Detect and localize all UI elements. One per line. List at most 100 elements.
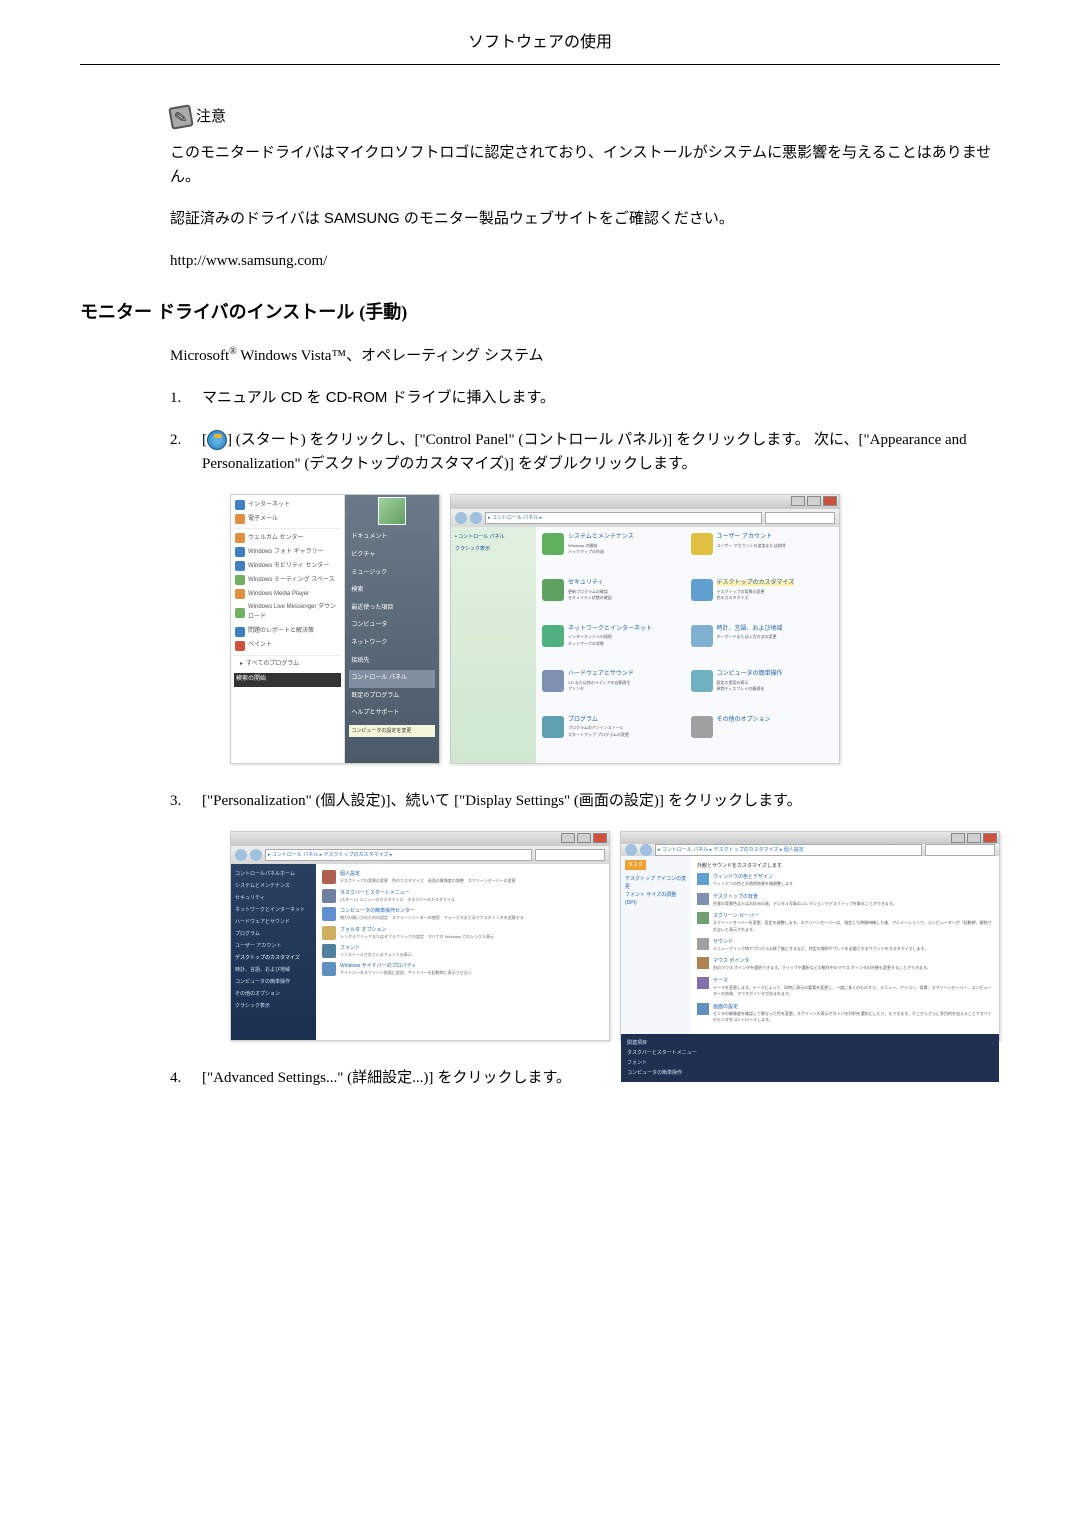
display-item: サウンドメニュークリック時やプログラム終了後にするなど、特定の場所やプレイを必要… — [697, 938, 993, 952]
back-icon — [625, 844, 637, 856]
ie-icon — [235, 500, 245, 510]
step-3-text: ["Personalization" (個人設定)]、続いて ["Display… — [202, 789, 1000, 813]
notice-text-2: 認証済みのドライバは SAMSUNG のモニター製品ウェブサイトをご確認ください… — [170, 207, 1000, 231]
category-icon — [691, 716, 713, 738]
pencil-icon — [168, 104, 193, 129]
start-orb-icon — [207, 430, 227, 450]
sidebar-item: プログラム — [235, 928, 312, 940]
display-item: テーマテーマを変更します。テーマによって、同時に表示の要素を変更し、一度に多くの… — [697, 977, 993, 998]
step-1-num: 1. — [170, 386, 202, 410]
step-4: 4. ["Advanced Settings..." (詳細設定...)] をク… — [170, 1066, 1000, 1090]
heading-text: モニター ドライバのインストール — [80, 302, 359, 322]
display-item: スクリーン セーバースクリーンセーバーを変更、設定を調整します。スクリーンセーバ… — [697, 912, 993, 933]
notice-block: 注意 このモニタードライバはマイクロソフトロゴに認定されており、インストールがシ… — [170, 105, 1000, 273]
display-item: マウス ポインタ別のマウス ポインタを選択できます。クリックや選択などの動作中の… — [697, 957, 993, 971]
minimize-icon — [791, 496, 805, 506]
photo-icon — [235, 547, 245, 557]
item-icon — [322, 889, 336, 903]
notice-text-1: このモニタードライバはマイクロソフトロゴに認定されており、インストールがシステム… — [170, 141, 1000, 189]
cp-category: 時計、言語、および地域キーボードまたは入力方法の変更 — [691, 625, 834, 667]
messenger-icon — [235, 608, 245, 618]
personalization-item: タスクバーとスタートメニュー[スタート] メニューのカスタマイズ タスクバーのカ… — [322, 889, 603, 903]
step-1: 1. マニュアル CD を CD-ROM ドライブに挿入します。 — [170, 386, 1000, 410]
item-icon — [322, 962, 336, 976]
item-icon — [697, 957, 709, 969]
sidebar-item: コントロールパネルホーム — [235, 868, 312, 880]
paint-icon — [235, 641, 245, 651]
cp-category: システムとメンテナンスWindows の開始バックアップの作成 — [542, 533, 685, 575]
minimize-icon — [561, 833, 575, 843]
cp-category: セキュリティ更新プログラムの確認セキュリティ状態の確認 — [542, 579, 685, 621]
close-icon — [823, 496, 837, 506]
breadcrumb: ▸ コントロール パネル ▸ デスクトップのカスタマイズ ▸ 個人設定 — [655, 844, 922, 856]
item-icon — [697, 893, 709, 905]
item-icon — [322, 907, 336, 921]
section-heading: モニター ドライバのインストール (手動) — [80, 298, 1000, 327]
maximize-icon — [577, 833, 591, 843]
sidebar-item: クラシック表示 — [235, 1000, 312, 1012]
heading-paren: (手動) — [359, 302, 407, 322]
wmp-icon — [235, 589, 245, 599]
category-icon — [691, 533, 713, 555]
cp-category: ハードウェアとサウンドCD または他のメディアの自動再生プリンタ — [542, 670, 685, 712]
sidebar-item: コンピュータの簡単操作 — [235, 976, 312, 988]
close-icon — [593, 833, 607, 843]
control-panel-screenshot: ▸ コントロール パネル ▸ • コントロール パネル クラシック表示 システム… — [450, 494, 840, 764]
step-2-text: [] (スタート) をクリックし、["Control Panel" (コントロー… — [202, 428, 1000, 476]
sidebar-item: ネットワークとインターネット — [235, 904, 312, 916]
screenshots-row-1: インターネット 電子メール ウェルカム センター Windows フォト ギャラ… — [230, 494, 1000, 764]
category-icon — [542, 579, 564, 601]
sidebar-item: ハードウェアとサウンド — [235, 916, 312, 928]
cp-category: デスクトップのカスタマイズデスクトップの背景の変更色のカスタマイズ — [691, 579, 834, 621]
item-icon — [697, 873, 709, 885]
search-input — [535, 849, 605, 861]
display-item: デスクトップの背景任意の背景色またはお好みの画、デジタル写真のコレクションでデス… — [697, 893, 993, 907]
category-icon — [542, 670, 564, 692]
footer-link: 関連項目 — [625, 1038, 995, 1048]
notice-label: 注意 — [196, 105, 226, 129]
step-1-text: マニュアル CD を CD-ROM ドライブに挿入します。 — [202, 386, 1000, 410]
category-icon — [542, 625, 564, 647]
maximize-icon — [967, 833, 981, 843]
start-menu-screenshot: インターネット 電子メール ウェルカム センター Windows フォト ギャラ… — [230, 494, 440, 764]
category-icon — [542, 716, 564, 738]
forward-icon — [470, 512, 482, 524]
step-2: 2. [] (スタート) をクリックし、["Control Panel" (コン… — [170, 428, 1000, 476]
cp-category: コンピュータの簡単操作設定の提案の表示視覚ディスプレイの最適化 — [691, 670, 834, 712]
personalization-item: コンピュータの簡単操作センター視力の弱い方のための設定 スクリーンリーダーの使用… — [322, 907, 603, 921]
user-avatar-icon — [378, 497, 406, 525]
cp-category: ネットワークとインターネットインターネットへの接続ネットワークの状態 — [542, 625, 685, 667]
item-icon — [697, 977, 709, 989]
back-icon — [235, 849, 247, 861]
forward-icon — [250, 849, 262, 861]
mobility-icon — [235, 561, 245, 571]
search-input — [925, 844, 995, 856]
screenshots-row-2: ▸ コントロール パネル ▸ デスクトップのカスタマイズ ▸ コントロールパネル… — [230, 831, 1000, 1041]
control-panel-highlight: コントロール パネル — [349, 670, 435, 688]
meeting-icon — [235, 575, 245, 585]
breadcrumb: ▸ コントロール パネル ▸ デスクトップのカスタマイズ ▸ — [265, 849, 532, 861]
cp-category: プログラムプログラムのアンインストールスタートアップ プログラムの変更 — [542, 716, 685, 758]
category-icon — [691, 670, 713, 692]
step-3-num: 3. — [170, 789, 202, 813]
category-icon — [691, 625, 713, 647]
appearance-screenshot: ▸ コントロール パネル ▸ デスクトップのカスタマイズ ▸ コントロールパネル… — [230, 831, 610, 1041]
maximize-icon — [807, 496, 821, 506]
cp-category: その他のオプション — [691, 716, 834, 758]
item-icon — [322, 926, 336, 940]
sidebar-item: 時計、言語、および地域 — [235, 964, 312, 976]
search-input — [765, 512, 835, 524]
sidebar-item: システムとメンテナンス — [235, 880, 312, 892]
step-2-num: 2. — [170, 428, 202, 476]
step-3: 3. ["Personalization" (個人設定)]、続いて ["Disp… — [170, 789, 1000, 813]
item-icon — [697, 1003, 709, 1015]
breadcrumb: ▸ コントロール パネル ▸ — [485, 512, 762, 524]
item-icon — [697, 912, 709, 924]
personalization-item: 個人設定デスクトップの背景の変更 色のカスタマイズ 画面の解像度の調整 スクリー… — [322, 870, 603, 884]
report-icon — [235, 627, 245, 637]
notice-url: http://www.samsung.com/ — [170, 249, 1000, 273]
welcome-icon — [235, 533, 245, 543]
back-icon — [455, 512, 467, 524]
forward-icon — [640, 844, 652, 856]
category-icon — [542, 533, 564, 555]
